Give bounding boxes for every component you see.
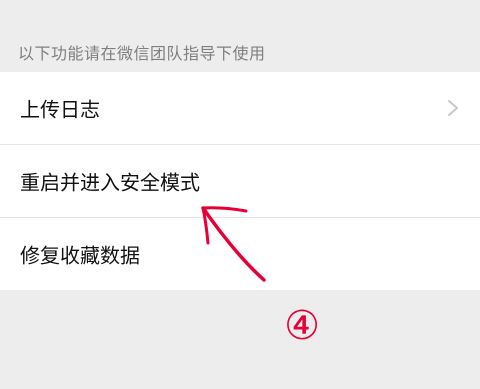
restart-safe-mode-label: 重启并进入安全模式 — [20, 170, 200, 195]
repair-favorites-label: 修复收藏数据 — [20, 243, 140, 268]
restart-safe-mode-item[interactable]: 重启并进入安全模式 — [0, 145, 480, 218]
upload-log-label: 上传日志 — [20, 97, 100, 122]
upload-log-item[interactable]: 上传日志 — [0, 72, 480, 145]
settings-list: 上传日志 重启并进入安全模式 修复收藏数据 — [0, 72, 480, 290]
step-number-label: ④ — [284, 303, 320, 349]
repair-favorites-item[interactable]: 修复收藏数据 — [0, 218, 480, 290]
section-header: 以下功能请在微信团队指导下使用 — [0, 0, 480, 72]
section-title: 以下功能请在微信团队指导下使用 — [18, 44, 266, 63]
chevron-right-icon — [446, 98, 460, 118]
